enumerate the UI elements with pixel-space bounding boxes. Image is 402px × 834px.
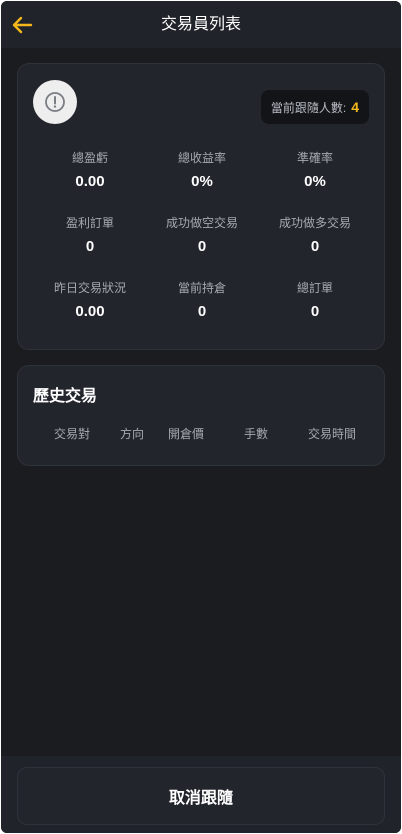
footer-bar: 取消跟隨 <box>1 756 401 833</box>
followers-label: 當前跟隨人數: <box>270 100 347 115</box>
followers-badge: 當前跟隨人數: 4 <box>260 90 369 124</box>
stat-total-yield: 總收益率 0% <box>142 150 262 192</box>
stat-label: 總收益率 <box>177 151 226 165</box>
stat-value: 0% <box>191 173 213 190</box>
stat-label: 總盈虧 <box>71 151 108 165</box>
app-screen: 交易員列表 當前跟隨人數: 4 總盈虧 0.00 總收益率 0% 準確率 0% … <box>1 1 401 833</box>
trader-stats-card: 當前跟隨人數: 4 總盈虧 0.00 總收益率 0% 準確率 0% 盈利訂單 0… <box>17 63 385 350</box>
stat-short-success: 成功做空交易 0 <box>142 215 262 257</box>
column-header-lots: 手數 <box>243 427 269 441</box>
column-header-pair: 交易對 <box>53 427 91 441</box>
header-bar: 交易員列表 <box>1 1 401 48</box>
page-title: 交易員列表 <box>160 16 241 33</box>
stat-long-success: 成功做多交易 0 <box>255 215 375 257</box>
followers-count: 4 <box>351 99 359 115</box>
stat-label: 準確率 <box>296 151 333 165</box>
stat-value: 0 <box>197 238 207 255</box>
stat-total-pnl: 總盈虧 0.00 <box>30 150 150 192</box>
stat-accuracy: 準確率 0% <box>255 150 375 192</box>
stat-value: 0 <box>197 303 207 320</box>
stat-label: 昨日交易狀況 <box>53 281 126 295</box>
stat-yesterday: 昨日交易狀況 0.00 <box>30 280 150 322</box>
stat-label: 總訂單 <box>296 281 333 295</box>
stat-value: 0 <box>310 303 320 320</box>
stat-open-positions: 當前持倉 0 <box>142 280 262 322</box>
stat-value: 0 <box>310 238 320 255</box>
stat-value: 0.00 <box>75 173 105 190</box>
stat-profit-orders: 盈利訂單 0 <box>30 215 150 257</box>
stat-value: 0 <box>85 238 95 255</box>
history-title: 歷史交易 <box>33 388 98 405</box>
stat-value: 0.00 <box>75 303 105 320</box>
column-header-open-price: 開倉價 <box>167 427 205 441</box>
stat-label: 當前持倉 <box>177 281 226 295</box>
column-header-time: 交易時間 <box>307 427 357 441</box>
column-header-direction: 方向 <box>119 427 145 441</box>
exclamation-circle-icon <box>45 92 65 112</box>
cancel-follow-button[interactable]: 取消跟隨 <box>17 767 385 825</box>
stat-label: 成功做多交易 <box>278 216 351 230</box>
avatar <box>33 80 77 124</box>
stat-label: 盈利訂單 <box>65 216 114 230</box>
stat-label: 成功做空交易 <box>165 216 238 230</box>
stat-value: 0% <box>304 173 326 190</box>
history-card: 歷史交易 交易對 方向 開倉價 手數 交易時間 <box>17 365 385 466</box>
stat-total-orders: 總訂單 0 <box>255 280 375 322</box>
